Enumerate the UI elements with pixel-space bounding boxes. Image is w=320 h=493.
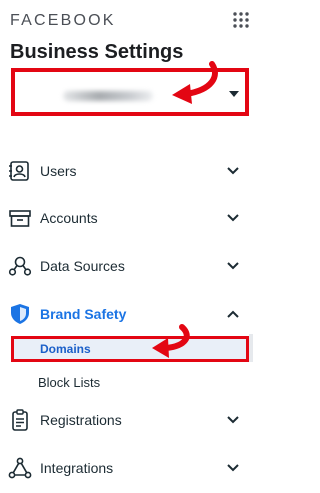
chevron-up-icon (227, 310, 239, 318)
page-title: Business Settings (10, 41, 184, 63)
sidebar-item-label: Brand Safety (40, 306, 127, 322)
sidebar-item-users[interactable]: Users (0, 154, 264, 188)
sidebar-item-label: Integrations (40, 460, 114, 476)
chevron-down-icon (227, 167, 239, 175)
sidebar-item-label: Registrations (40, 412, 122, 428)
sidebar-subitem-label: Block Lists (38, 375, 101, 390)
apps-grid-icon[interactable] (232, 11, 250, 29)
sidebar-item-registrations[interactable]: Registrations (0, 403, 264, 437)
sidebar-item-integrations[interactable]: Integrations (0, 451, 264, 485)
sidebar-subitem-domains[interactable]: Domains (11, 336, 249, 362)
users-icon (9, 161, 29, 181)
clipboard-icon (12, 409, 28, 431)
accounts-icon (9, 210, 31, 227)
data-sources-icon (8, 256, 32, 276)
chevron-down-icon (227, 416, 239, 424)
selection-scroll-indicator (249, 334, 253, 362)
chevron-down-icon (227, 464, 239, 472)
annotation-arrow-icon (152, 324, 190, 358)
chevron-down-icon (227, 262, 239, 270)
sidebar-item-label: Data Sources (40, 258, 125, 274)
sidebar-item-label: Accounts (40, 210, 98, 226)
annotation-arrow-icon (172, 61, 218, 104)
sidebar-item-brand-safety[interactable]: Brand Safety (0, 297, 264, 331)
sidebar-item-label: Users (40, 163, 77, 179)
sidebar-item-data-sources[interactable]: Data Sources (0, 249, 264, 283)
chevron-down-icon (227, 214, 239, 222)
sidebar-subitem-label: Domains (40, 342, 91, 356)
blurred-account-name (63, 91, 153, 101)
sidebar-subitem-block-lists[interactable]: Block Lists (11, 370, 249, 396)
shield-icon (11, 304, 29, 324)
facebook-brand: FACEBOOK (10, 12, 116, 29)
integrations-icon (8, 457, 32, 479)
sidebar-item-accounts[interactable]: Accounts (0, 201, 264, 235)
caret-down-icon (229, 91, 239, 97)
